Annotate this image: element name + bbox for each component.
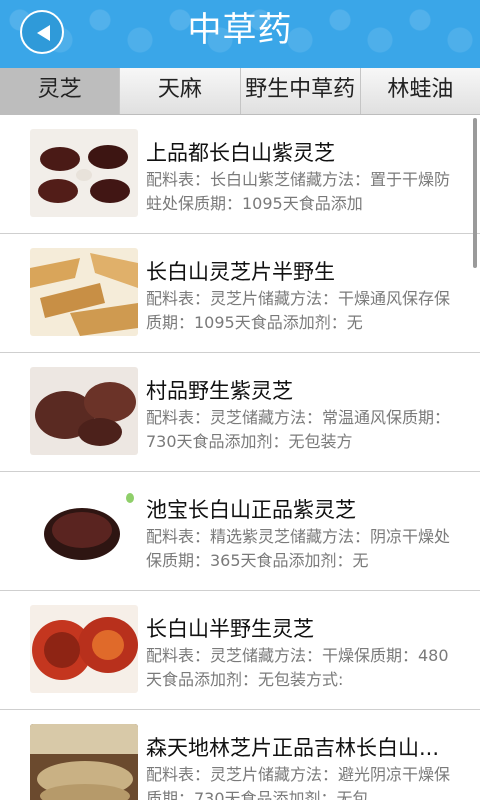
product-name: 村品野生紫灵芝	[146, 379, 293, 403]
product-image	[30, 248, 138, 336]
product-image	[30, 367, 138, 455]
list-item[interactable]: 长白山灵芝片半野生 配料表：灵芝片储藏方法：干燥通风保存保质期：1095天食品添…	[0, 234, 480, 353]
list-item[interactable]: 森天地林芝片正品吉林长白山... 配料表：灵芝片储藏方法：避光阴凉干燥保质期：7…	[0, 710, 480, 800]
product-desc: 配料表：精选紫灵芝储藏方法：阴凉干燥处保质期：365天食品添加剂：无	[146, 527, 451, 570]
product-desc: 配料表：灵芝储藏方法：常温通风保质期：730天食品添加剂：无包装方	[146, 408, 451, 451]
list-item[interactable]: 池宝长白山正品紫灵芝 配料表：精选紫灵芝储藏方法：阴凉干燥处保质期：365天食品…	[0, 472, 480, 591]
product-desc: 配料表：灵芝储藏方法：干燥保质期：480天食品添加剂：无包装方式:	[146, 646, 449, 689]
product-name: 长白山灵芝片半野生	[146, 260, 335, 284]
list-item[interactable]: 长白山半野生灵芝 配料表：灵芝储藏方法：干燥保质期：480天食品添加剂：无包装方…	[0, 591, 480, 710]
page-title: 中草药	[187, 10, 293, 50]
product-desc: 配料表：灵芝片储藏方法：干燥通风保存保质期：1095天食品添加剂：无	[146, 289, 451, 332]
product-list: 上品都长白山紫灵芝 配料表：长白山紫芝储藏方法：置于干燥防蛀处保质期：1095天…	[0, 115, 480, 800]
list-item[interactable]: 上品都长白山紫灵芝 配料表：长白山紫芝储藏方法：置于干燥防蛀处保质期：1095天…	[0, 115, 480, 234]
product-name: 长白山半野生灵芝	[146, 617, 314, 641]
header-bar: 中草药	[0, 0, 480, 68]
product-image	[30, 605, 138, 693]
product-image	[30, 129, 138, 217]
list-item[interactable]: 村品野生紫灵芝 配料表：灵芝储藏方法：常温通风保质期：730天食品添加剂：无包装…	[0, 353, 480, 472]
scrollbar[interactable]	[473, 118, 477, 268]
category-tabs: 灵芝 天麻 野生中草药 林蛙油	[0, 68, 480, 115]
product-name: 森天地林芝片正品吉林长白山...	[146, 736, 440, 760]
tab-lingzhi[interactable]: 灵芝	[0, 68, 121, 114]
product-image	[30, 486, 138, 574]
tab-linwayou[interactable]: 林蛙油	[360, 68, 480, 114]
product-name: 上品都长白山紫灵芝	[146, 141, 335, 165]
product-image	[30, 724, 138, 800]
product-desc: 配料表：灵芝片储藏方法：避光阴凉干燥保质期：730天食品添加剂：无包	[146, 765, 451, 800]
tab-wild-herbs[interactable]: 野生中草药	[240, 68, 361, 114]
product-desc: 配料表：长白山紫芝储藏方法：置于干燥防蛀处保质期：1095天食品添加	[146, 170, 451, 213]
tab-tianma[interactable]: 天麻	[120, 68, 241, 114]
product-name: 池宝长白山正品紫灵芝	[146, 498, 356, 522]
